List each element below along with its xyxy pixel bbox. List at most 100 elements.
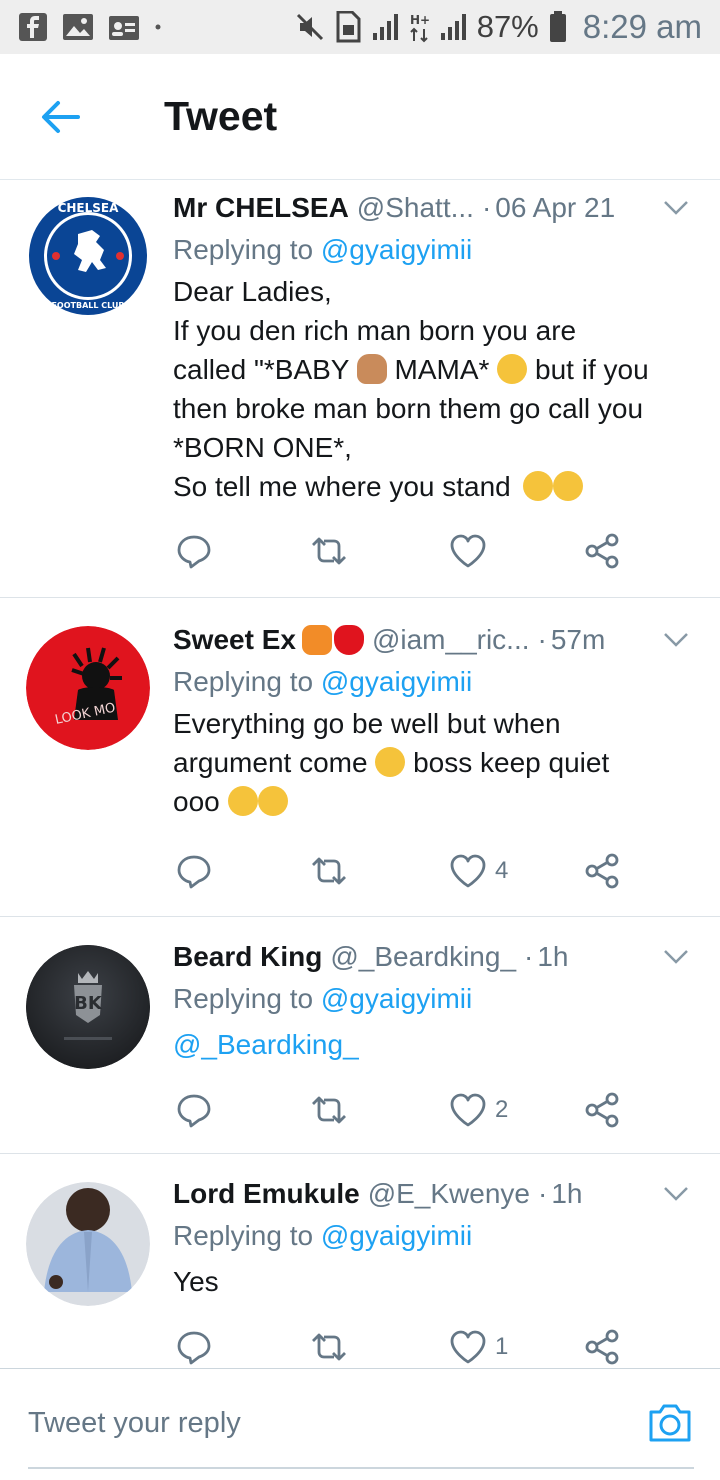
retweet-button[interactable] xyxy=(309,1322,349,1368)
battery-percent: 87% xyxy=(476,9,539,44)
text-segment: called "*BABY xyxy=(173,354,349,385)
separator-dot: · xyxy=(537,624,547,655)
svg-text:H+: H+ xyxy=(410,13,429,27)
clock: 8:29 am xyxy=(582,8,702,45)
author-handle[interactable]: @E_Kwenye xyxy=(368,1176,530,1212)
share-icon xyxy=(585,533,619,569)
text-segment: but if you xyxy=(535,354,649,385)
retweet-button[interactable] xyxy=(309,1085,349,1135)
heart-icon xyxy=(450,1093,486,1127)
reply-icon xyxy=(177,1331,211,1365)
mention-link[interactable]: @gyaigyimii xyxy=(321,983,472,1014)
camera-button[interactable] xyxy=(646,1399,694,1447)
tears-of-joy-emoji-icon xyxy=(497,354,528,384)
tweet-menu-button[interactable] xyxy=(656,939,696,975)
reply-button[interactable] xyxy=(175,526,213,576)
mention-link[interactable]: @gyaigyimii xyxy=(321,666,472,697)
tweet-menu-button[interactable] xyxy=(656,190,696,226)
text-segment: boss keep quiet xyxy=(413,747,610,778)
mention-link[interactable]: @gyaigyimii xyxy=(321,234,472,265)
tweet-menu-button[interactable] xyxy=(656,1176,696,1212)
reply-button[interactable] xyxy=(175,846,213,896)
replying-label: Replying to xyxy=(173,1220,314,1251)
author-handle[interactable]: @Shatt... xyxy=(357,190,474,226)
tweet-time: 1h xyxy=(537,941,569,972)
share-icon xyxy=(585,1329,619,1365)
notification-dot-icon xyxy=(154,23,162,31)
text-segment: ooo xyxy=(173,786,220,817)
mute-icon xyxy=(295,12,325,42)
share-button[interactable] xyxy=(583,846,621,896)
like-button[interactable]: 2 xyxy=(449,1085,508,1135)
like-button[interactable]: 1 xyxy=(449,1322,508,1368)
heart-icon xyxy=(450,854,486,888)
share-icon xyxy=(585,853,619,889)
tweet-time: 57m xyxy=(550,624,606,655)
replying-to: Replying to @gyaigyimii xyxy=(173,232,696,268)
chevron-down-icon xyxy=(664,1187,688,1201)
reply-feed[interactable]: CHELSEA FOOTBALL CLUB Mr CHELSEA @Shatt.… xyxy=(0,180,720,1368)
tweet-item[interactable]: LOOK MO Sweet Ex @iam__ric... · 57m Repl… xyxy=(0,598,720,917)
reply-icon xyxy=(177,535,211,569)
text-line: called "*BABY MAMA* but if you xyxy=(173,350,696,389)
tweet-menu-button[interactable] xyxy=(656,622,696,658)
retweet-button[interactable] xyxy=(309,526,349,576)
replying-label: Replying to xyxy=(173,983,314,1014)
retweet-icon xyxy=(312,1333,346,1361)
heart-icon xyxy=(450,1330,486,1364)
mention-link[interactable]: @_Beardking_ xyxy=(173,1029,359,1060)
back-button[interactable] xyxy=(0,54,120,180)
svg-text:FOOTBALL CLUB: FOOTBALL CLUB xyxy=(51,301,124,310)
author-name[interactable]: Lord Emukule xyxy=(173,1176,360,1212)
author-name[interactable]: Beard King xyxy=(173,939,322,975)
reply-button[interactable] xyxy=(175,1322,213,1368)
tweet-item[interactable]: CHELSEA FOOTBALL CLUB Mr CHELSEA @Shatt.… xyxy=(0,180,720,598)
avatar[interactable]: CHELSEA FOOTBALL CLUB xyxy=(26,194,150,318)
share-button[interactable] xyxy=(583,1085,621,1135)
retweet-icon xyxy=(312,857,346,885)
replying-to: Replying to @gyaigyimii xyxy=(173,981,696,1017)
avatar[interactable]: LOOK MO xyxy=(26,626,150,750)
retweet-icon xyxy=(312,1096,346,1124)
battery-icon xyxy=(549,11,567,43)
status-bar: H+ 87% 8:29 am xyxy=(0,0,720,54)
sim-icon xyxy=(335,11,361,43)
signal-icon xyxy=(439,13,467,41)
share-button[interactable] xyxy=(583,526,621,576)
reply-input[interactable]: Tweet your reply xyxy=(28,1407,241,1440)
red-heart-emoji-icon xyxy=(333,625,364,655)
like-count: 1 xyxy=(495,1333,509,1360)
tweet-item[interactable]: Lord Emukule @E_Kwenye · 1h Replying to … xyxy=(0,1154,720,1368)
share-icon xyxy=(585,1092,619,1128)
author-name[interactable]: Sweet Ex xyxy=(173,622,296,658)
replying-label: Replying to xyxy=(173,666,314,697)
avatar[interactable]: BK xyxy=(26,945,150,1069)
author-handle[interactable]: @iam__ric... xyxy=(372,622,530,658)
network-h-plus-icon: H+ xyxy=(409,11,429,43)
like-button[interactable]: 4 xyxy=(449,846,508,896)
text-line: ooo xyxy=(173,782,696,821)
replying-to: Replying to @gyaigyimii xyxy=(173,664,696,700)
reply-button[interactable] xyxy=(175,1085,213,1135)
reply-icon xyxy=(177,1094,211,1128)
camera-icon xyxy=(649,1404,691,1442)
tweet-text: Dear Ladies, If you den rich man born yo… xyxy=(173,272,696,506)
mention-link[interactable]: @gyaigyimii xyxy=(321,1220,472,1251)
author-handle[interactable]: @_Beardking_ xyxy=(330,939,516,975)
text-line: Dear Ladies, xyxy=(173,276,332,307)
author-name[interactable]: Mr CHELSEA xyxy=(173,190,349,226)
svg-text:CHELSEA: CHELSEA xyxy=(58,201,120,215)
text-segment: argument come xyxy=(173,747,368,778)
tweet-time: 06 Apr 21 xyxy=(495,192,616,223)
text-line: *BORN ONE*, xyxy=(173,432,352,463)
tears-of-joy-emoji-icon xyxy=(375,747,406,777)
tears-of-joy-emoji-icon xyxy=(227,786,258,816)
text-line: Everything go be well but when xyxy=(173,708,561,739)
tweet-text: Everything go be well but when argument … xyxy=(173,704,696,821)
like-count: 2 xyxy=(495,1096,509,1123)
retweet-button[interactable] xyxy=(309,846,349,896)
share-button[interactable] xyxy=(583,1322,621,1368)
avatar[interactable] xyxy=(26,1182,150,1306)
like-button[interactable] xyxy=(449,526,495,576)
tweet-item[interactable]: BK Beard King @_Beardking_ · 1h Replying… xyxy=(0,917,720,1154)
